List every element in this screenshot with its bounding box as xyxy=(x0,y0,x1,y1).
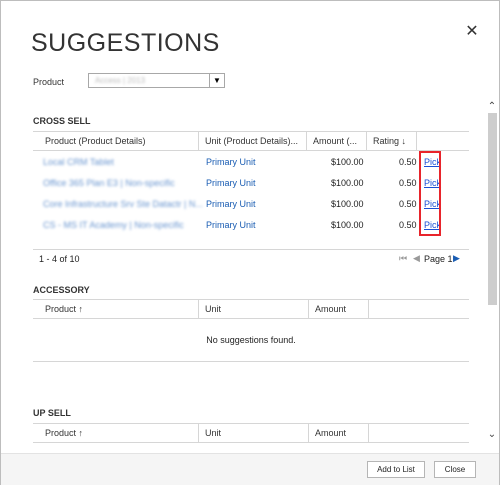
column-header-product-label: Product xyxy=(45,304,77,314)
column-header-unit[interactable]: Unit (Product Details)... xyxy=(199,132,307,150)
scrollbar-thumb[interactable] xyxy=(488,113,497,305)
up-sell-header: Product ↑ Unit Amount xyxy=(33,423,469,443)
column-header-action xyxy=(417,132,469,150)
dialog-footer: Add to List Close xyxy=(1,453,499,485)
next-page-icon[interactable]: ▶ xyxy=(453,253,460,264)
scroll-up-icon[interactable]: ⌃ xyxy=(487,101,497,113)
table-row[interactable]: Office 365 Plan E3 | Non-specific Primar… xyxy=(33,173,469,194)
amount-cell: $100.00 xyxy=(331,199,364,209)
accessory-title: ACCESSORY xyxy=(33,285,90,295)
column-header-unit[interactable]: Unit xyxy=(199,424,309,442)
cross-sell-footer: 1 - 4 of 10 ⏮ ◀ Page 1 ▶ xyxy=(33,249,469,266)
unit-link[interactable]: Primary Unit xyxy=(206,215,256,236)
column-header-rating[interactable]: Rating ↓ xyxy=(367,132,417,150)
product-filter-label: Product xyxy=(33,77,65,87)
column-header-product[interactable]: Product ↑ xyxy=(33,300,199,318)
scroll-down-icon[interactable]: ⌄ xyxy=(487,429,497,441)
empty-state: No suggestions found. xyxy=(206,335,296,345)
product-link[interactable]: Office 365 Plan E3 | Non-specific xyxy=(43,173,175,194)
column-header-rating-label: Rating xyxy=(373,136,400,146)
cross-sell-grid: Product (Product Details) Unit (Product … xyxy=(33,131,469,236)
first-page-icon[interactable]: ⏮ xyxy=(399,253,407,264)
suggestions-scroll-area[interactable]: CROSS SELL Product (Product Details) Uni… xyxy=(1,101,485,451)
product-link[interactable]: Core Infrastructure Srv Ste Datactr | N.… xyxy=(43,194,203,215)
amount-cell: $100.00 xyxy=(331,157,364,167)
close-icon[interactable]: ✕ xyxy=(463,23,481,41)
previous-page-icon[interactable]: ◀ xyxy=(413,253,420,264)
cross-sell-header: Product (Product Details) Unit (Product … xyxy=(33,131,469,151)
rating-cell: 0.50 xyxy=(399,178,417,188)
vertical-scrollbar[interactable]: ⌃ ⌄ xyxy=(485,101,499,451)
column-header-spacer xyxy=(369,300,469,318)
column-header-product[interactable]: Product (Product Details) xyxy=(33,132,199,150)
rating-cell: 0.50 xyxy=(399,157,417,167)
unit-link[interactable]: Primary Unit xyxy=(206,152,256,173)
product-link[interactable]: Local CRM Tablet xyxy=(43,152,114,173)
accessory-header: Product ↑ Unit Amount xyxy=(33,299,469,319)
accessory-grid: Product ↑ Unit Amount No suggestions fou… xyxy=(33,299,469,362)
product-select[interactable]: Access | 2013 ▼ xyxy=(88,73,225,88)
dialog-title: SUGGESTIONS xyxy=(31,29,220,57)
column-header-spacer xyxy=(369,424,469,442)
amount-cell: $100.00 xyxy=(331,178,364,188)
table-row[interactable]: Core Infrastructure Srv Ste Datactr | N.… xyxy=(33,194,469,215)
suggestions-dialog: ✕ SUGGESTIONS Product Access | 2013 ▼ CR… xyxy=(0,0,500,485)
up-sell-title: UP SELL xyxy=(33,408,71,418)
table-row[interactable]: CS - MS IT Academy | Non-specific Primar… xyxy=(33,215,469,236)
cross-sell-title: CROSS SELL xyxy=(33,116,91,126)
unit-link[interactable]: Primary Unit xyxy=(206,194,256,215)
record-count: 1 - 4 of 10 xyxy=(39,254,80,264)
column-header-unit[interactable]: Unit xyxy=(199,300,309,318)
accessory-divider xyxy=(33,361,469,362)
column-header-amount[interactable]: Amount (... xyxy=(307,132,367,150)
product-select-value: Access | 2013 xyxy=(95,76,146,85)
rating-cell: 0.50 xyxy=(399,199,417,209)
unit-link[interactable]: Primary Unit xyxy=(206,173,256,194)
rating-cell: 0.50 xyxy=(399,220,417,230)
column-header-product-label: Product xyxy=(45,428,77,438)
amount-cell: $100.00 xyxy=(331,220,364,230)
chevron-down-icon[interactable]: ▼ xyxy=(209,74,224,87)
up-sell-grid: Product ↑ Unit Amount xyxy=(33,423,469,443)
table-row[interactable]: Local CRM Tablet Primary Unit $100.00 0.… xyxy=(33,152,469,173)
page-indicator: Page 1 xyxy=(424,254,453,264)
close-button[interactable]: Close xyxy=(434,461,476,478)
column-header-product[interactable]: Product ↑ xyxy=(33,424,199,442)
product-link[interactable]: CS - MS IT Academy | Non-specific xyxy=(43,215,184,236)
add-to-list-button[interactable]: Add to List xyxy=(367,461,425,478)
column-header-amount[interactable]: Amount xyxy=(309,300,369,318)
pick-highlight-box xyxy=(419,151,441,236)
arrow-down-icon: ↓ xyxy=(401,136,407,146)
arrow-up-icon: ↑ xyxy=(78,428,84,438)
column-header-amount[interactable]: Amount xyxy=(309,424,369,442)
arrow-up-icon: ↑ xyxy=(78,304,84,314)
